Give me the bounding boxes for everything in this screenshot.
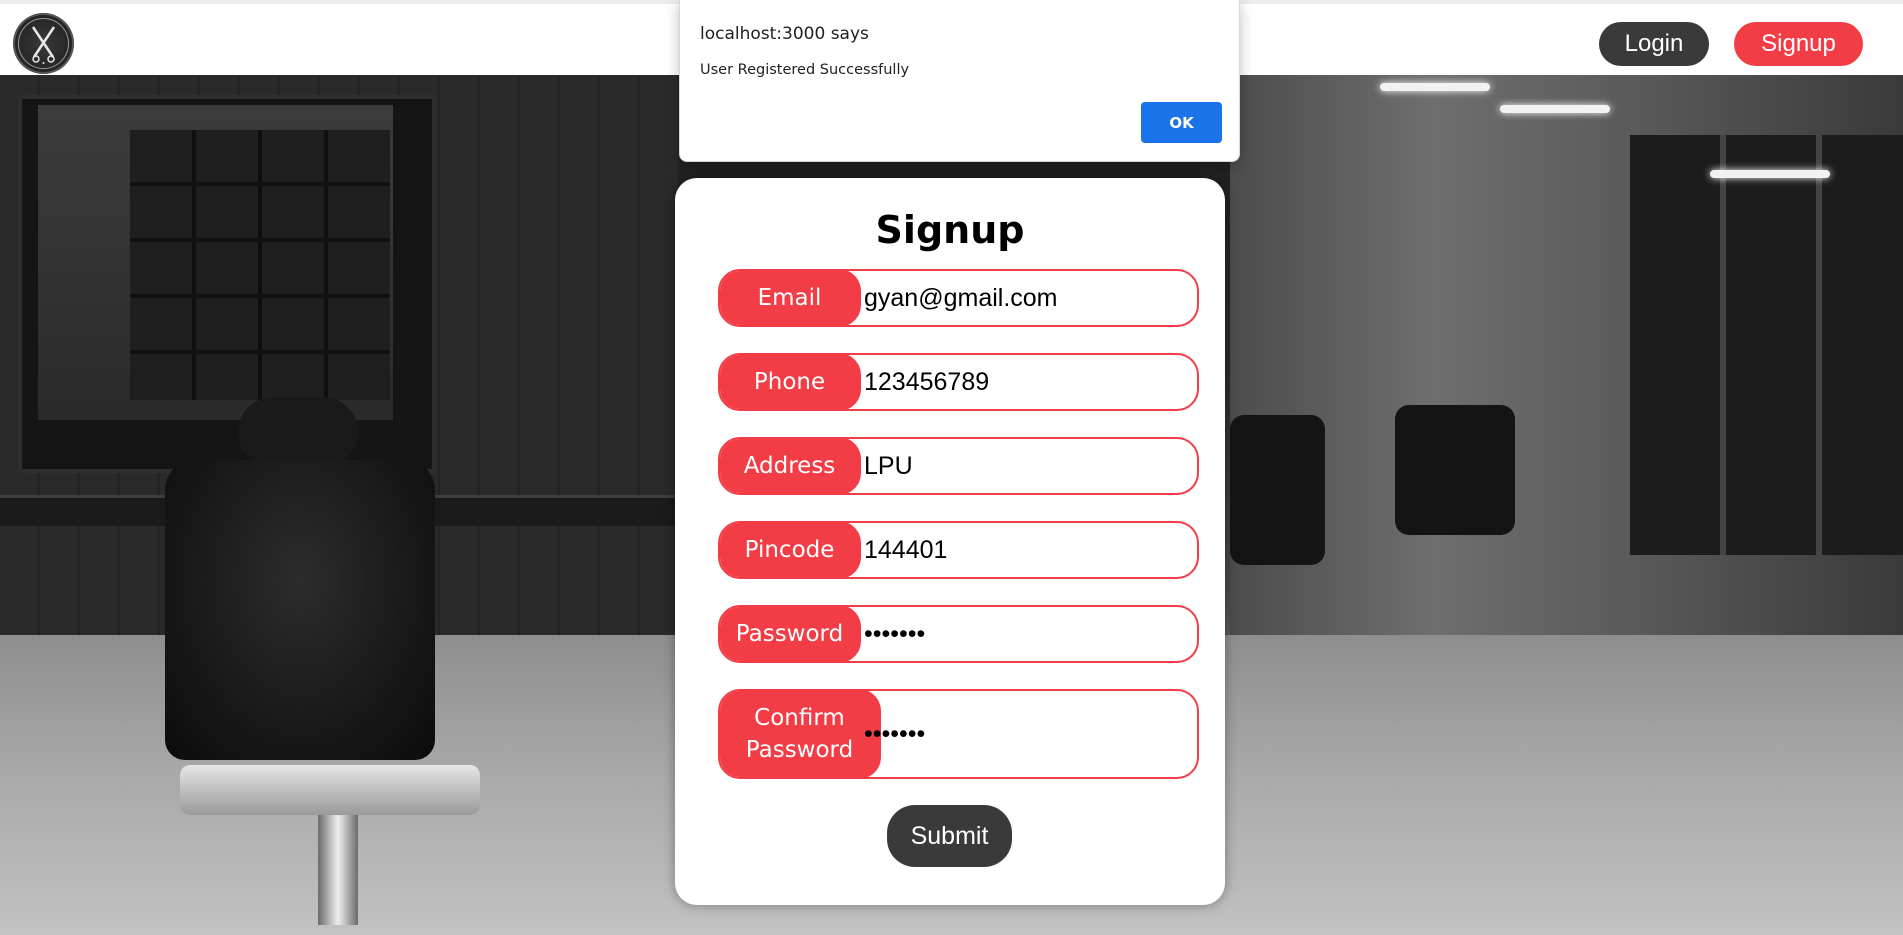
password-label: Password bbox=[720, 607, 861, 661]
chair-footrest bbox=[180, 765, 480, 815]
confirm-password-input[interactable] bbox=[862, 691, 1197, 777]
glass-partition bbox=[1630, 135, 1903, 555]
phone-input[interactable] bbox=[862, 355, 1197, 409]
signup-nav-button[interactable]: Signup bbox=[1734, 22, 1863, 66]
signup-form-card: Signup Email Phone Address Pincode Passw… bbox=[675, 178, 1225, 905]
barber-chair bbox=[1230, 415, 1325, 565]
address-field: Address bbox=[718, 437, 1199, 495]
address-label: Address bbox=[720, 439, 861, 493]
address-input[interactable] bbox=[862, 439, 1197, 493]
phone-label: Phone bbox=[720, 355, 861, 409]
alert-origin-text: localhost:3000 says bbox=[700, 24, 869, 44]
pincode-input[interactable] bbox=[862, 523, 1197, 577]
form-title: Signup bbox=[875, 208, 1025, 252]
email-label: Email bbox=[720, 271, 861, 325]
pincode-field: Pincode bbox=[718, 521, 1199, 579]
password-field: Password bbox=[718, 605, 1199, 663]
barber-chair bbox=[165, 460, 435, 760]
product-shelf bbox=[130, 130, 390, 400]
ceiling-light bbox=[1710, 170, 1830, 178]
alert-ok-button[interactable]: OK bbox=[1141, 102, 1222, 143]
pincode-label: Pincode bbox=[720, 523, 861, 577]
submit-button[interactable]: Submit bbox=[887, 805, 1012, 867]
alert-message: User Registered Successfully bbox=[700, 62, 910, 78]
chair-headrest bbox=[238, 397, 358, 467]
confirm-password-label: Confirm Password bbox=[720, 691, 881, 777]
ceiling-light bbox=[1500, 105, 1610, 113]
confirm-password-field: Confirm Password bbox=[718, 689, 1199, 779]
password-input[interactable] bbox=[862, 607, 1197, 661]
email-field: Email bbox=[718, 269, 1199, 327]
barber-scissors-logo-icon[interactable] bbox=[13, 13, 74, 74]
alert-dialog: localhost:3000 says User Registered Succ… bbox=[679, 0, 1240, 162]
barber-chair bbox=[1395, 405, 1515, 535]
email-input[interactable] bbox=[862, 271, 1197, 325]
phone-field: Phone bbox=[718, 353, 1199, 411]
scissors-icon bbox=[18, 18, 69, 69]
login-button[interactable]: Login bbox=[1599, 22, 1709, 66]
ceiling-light bbox=[1380, 83, 1490, 91]
chair-hydraulic-pole bbox=[318, 815, 358, 925]
